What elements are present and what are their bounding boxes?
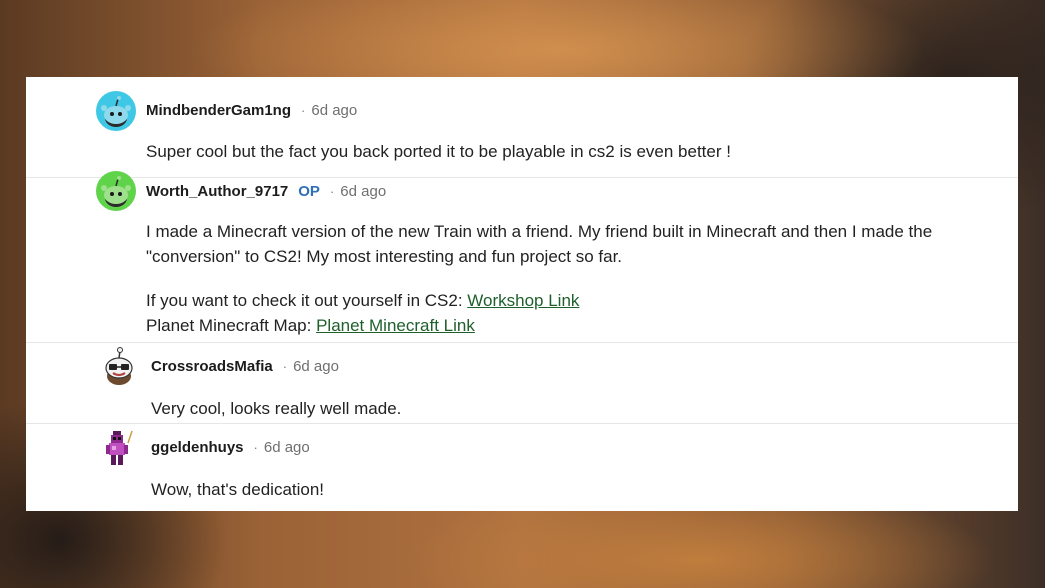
snoo-glasses-avatar-icon[interactable]: [99, 346, 139, 386]
workshop-prefix: If you want to check it out yourself in …: [146, 291, 468, 310]
separator-dot: ·: [329, 184, 335, 199]
timestamp[interactable]: 6d ago: [340, 183, 386, 200]
timestamp[interactable]: 6d ago: [311, 102, 357, 119]
comment-4: ggeldenhuys · 6d ago Wow, that's dedicat…: [26, 423, 1018, 511]
username[interactable]: MindbenderGam1ng: [146, 102, 291, 119]
comment-body: Super cool but the fact you back ported …: [146, 142, 731, 161]
comment-meta: CrossroadsMafia · 6d ago: [151, 358, 339, 375]
comment-meta: Worth_Author_9717 OP · 6d ago: [146, 183, 386, 200]
planet-line: Planet Minecraft Map: Planet Minecraft L…: [146, 313, 475, 338]
comment-meta: MindbenderGam1ng · 6d ago: [146, 102, 357, 119]
workshop-link[interactable]: Workshop Link: [467, 291, 579, 310]
username[interactable]: Worth_Author_9717: [146, 183, 288, 200]
timestamp[interactable]: 6d ago: [293, 358, 339, 375]
comment-body: Very cool, looks really well made.: [151, 399, 402, 418]
planet-prefix: Planet Minecraft Map:: [146, 316, 317, 335]
comment-body: Wow, that's dedication!: [151, 480, 325, 499]
workshop-line: If you want to check it out yourself in …: [146, 288, 579, 313]
op-badge: OP: [298, 183, 320, 200]
snoo-avatar-icon[interactable]: [96, 171, 136, 211]
separator-dot: ·: [301, 103, 306, 118]
planet-minecraft-link[interactable]: Planet Minecraft Link: [316, 316, 475, 335]
pixel-avatar-icon[interactable]: [104, 429, 134, 469]
comment-body-line-2: "conversion" to CS2! My most interesting…: [146, 247, 623, 266]
comment-3: CrossroadsMafia · 6d ago Very cool, look…: [26, 342, 1018, 424]
comment-2: Worth_Author_9717 OP · 6d ago I made a M…: [26, 171, 1018, 342]
separator-dot: ·: [282, 359, 288, 374]
comment-thread-card: MindbenderGam1ng · 6d ago Super cool but…: [26, 77, 1018, 511]
snoo-avatar-icon[interactable]: [96, 91, 136, 131]
comment-1: MindbenderGam1ng · 6d ago Super cool but…: [26, 77, 1018, 177]
comment-body-line-1: I made a Minecraft version of the new Tr…: [146, 222, 933, 241]
username[interactable]: ggeldenhuys: [151, 439, 244, 456]
username[interactable]: CrossroadsMafia: [151, 358, 273, 375]
timestamp[interactable]: 6d ago: [264, 439, 310, 456]
comment-meta: ggeldenhuys · 6d ago: [151, 439, 310, 456]
separator-dot: ·: [253, 440, 258, 455]
